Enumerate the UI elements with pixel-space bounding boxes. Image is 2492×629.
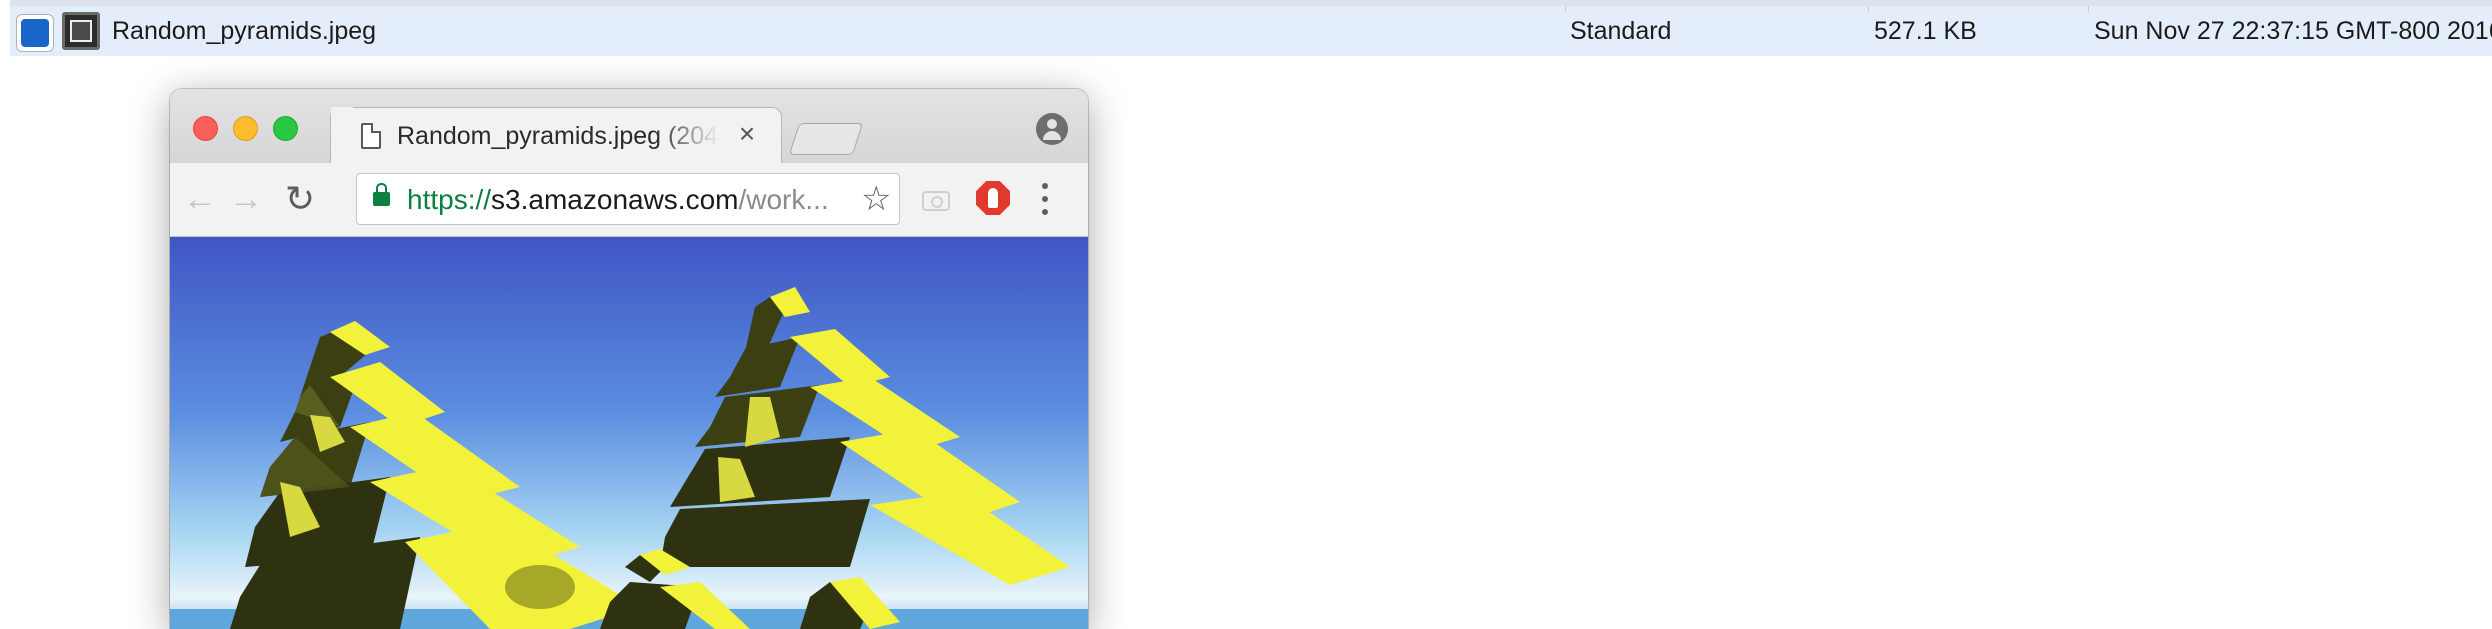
kebab-menu-icon[interactable] [1042,183,1048,215]
back-arrow-icon[interactable]: ← [182,181,218,217]
address-bar[interactable]: https://s3.amazonaws.com/work... ☆ [356,173,900,225]
document-icon [361,123,381,149]
file-name[interactable]: Random_pyramids.jpeg [112,17,376,46]
image-viewport [170,237,1088,629]
tab-close-icon[interactable]: × [733,118,761,149]
last-modified: Sun Nov 27 22:37:15 GMT-800 2016 [2094,17,2492,45]
file-list-row[interactable]: Random_pyramids.jpeg Standard 527.1 KB S… [10,0,2492,56]
url-scheme: https:// [407,184,492,215]
adblock-icon[interactable] [976,181,1010,215]
browser-window: Random_pyramids.jpeg (2048 × ← → ↻ https… [170,89,1088,629]
new-tab-button[interactable] [788,123,864,155]
file-size: 527.1 KB [1874,17,1977,45]
window-minimize-button[interactable] [233,116,258,141]
blurred-shape [505,565,575,609]
column-divider [1868,6,1869,12]
star-icon[interactable]: ☆ [861,179,891,219]
profile-icon[interactable] [1036,113,1068,145]
browser-toolbar: ← → ↻ https://s3.amazonaws.com/work... ☆ [170,163,1088,237]
window-close-button[interactable] [193,116,218,141]
lock-icon [373,183,390,206]
url-path: /work... [738,184,829,215]
tab-random-pyramids[interactable]: Random_pyramids.jpeg (2048 × [330,107,782,163]
column-divider [2088,6,2089,12]
url-host: s3.amazonaws.com [491,184,739,215]
reload-icon[interactable]: ↻ [282,181,318,217]
pyramids-image [170,237,1088,629]
camera-icon[interactable] [922,191,950,211]
image-file-icon [62,12,100,50]
window-maximize-button[interactable] [273,116,298,141]
storage-class: Standard [1570,17,1672,45]
forward-arrow-icon[interactable]: → [228,181,264,217]
tab-title: Random_pyramids.jpeg (2048 [397,122,719,150]
row-select-checkbox[interactable] [16,14,54,52]
url-text[interactable]: https://s3.amazonaws.com/work... [407,184,829,216]
column-divider [1565,6,1566,12]
tab-strip: Random_pyramids.jpeg (2048 × [170,89,1088,163]
